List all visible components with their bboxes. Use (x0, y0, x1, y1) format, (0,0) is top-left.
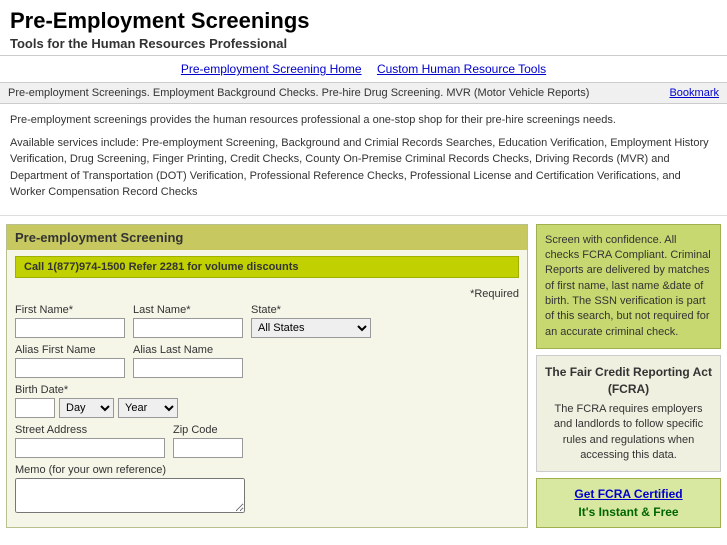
form-panel: Pre-employment Screening Call 1(877)974-… (6, 224, 528, 529)
form-promo: Call 1(877)974-1500 Refer 2281 for volum… (15, 256, 519, 278)
address-group: Street Address (15, 424, 165, 458)
birth-year-select[interactable]: Year (118, 398, 178, 418)
custom-tools-link[interactable]: Custom Human Resource Tools (377, 62, 546, 76)
state-label: State* (251, 304, 371, 316)
last-name-group: Last Name* (133, 304, 243, 338)
fcra-certified-link1[interactable]: Get FCRA Certified (574, 487, 682, 501)
state-select[interactable]: All States (251, 318, 371, 338)
birth-date-label: Birth Date* (15, 384, 178, 396)
alias-last-label: Alias Last Name (133, 344, 243, 356)
form-panel-header: Pre-employment Screening (7, 225, 527, 250)
address-label: Street Address (15, 424, 165, 436)
memo-textarea[interactable] (15, 478, 245, 513)
memo-label: Memo (for your own reference) (15, 464, 245, 476)
main-content: Pre-employment Screening Call 1(877)974-… (0, 216, 727, 537)
alias-first-label: Alias First Name (15, 344, 125, 356)
description-para2: Available services include: Pre-employme… (10, 135, 717, 201)
name-state-row: First Name* Last Name* State* All States (15, 304, 519, 338)
birth-date-row: Birth Date* Day Year (15, 384, 519, 418)
birth-date-group: Birth Date* Day Year (15, 384, 178, 418)
alias-last-input[interactable] (133, 358, 243, 378)
address-input[interactable] (15, 438, 165, 458)
address-row: Street Address Zip Code (15, 424, 519, 458)
alias-last-group: Alias Last Name (133, 344, 243, 378)
fcra-certified-text2: It's Instant & Free (578, 505, 678, 519)
alias-row: Alias First Name Alias Last Name (15, 344, 519, 378)
required-note: *Required (15, 288, 519, 300)
state-group: State* All States (251, 304, 371, 338)
fcra-act-title: The Fair Credit Reporting Act (FCRA) (545, 364, 712, 398)
birth-month-input[interactable] (15, 398, 55, 418)
right-panel: Screen with confidence. All checks FCRA … (536, 224, 721, 529)
alias-first-group: Alias First Name (15, 344, 125, 378)
zip-label: Zip Code (173, 424, 243, 436)
bookmark-link[interactable]: Bookmark (669, 87, 719, 99)
nav-links: Pre-employment Screening Home Custom Hum… (0, 56, 727, 82)
site-header: Pre-Employment Screenings Tools for the … (0, 0, 727, 56)
home-link[interactable]: Pre-employment Screening Home (181, 62, 362, 76)
fcra-certified-box: Get FCRA Certified It's Instant & Free (536, 478, 721, 528)
fcra-act-text: The FCRA requires employers and landlord… (545, 402, 712, 464)
zip-input[interactable] (173, 438, 243, 458)
last-name-input[interactable] (133, 318, 243, 338)
last-name-label: Last Name* (133, 304, 243, 316)
description-para1: Pre-employment screenings provides the h… (10, 112, 717, 129)
fcra-info-box: Screen with confidence. All checks FCRA … (536, 224, 721, 350)
memo-group: Memo (for your own reference) (15, 464, 245, 513)
first-name-input[interactable] (15, 318, 125, 338)
zip-group: Zip Code (173, 424, 243, 458)
first-name-group: First Name* (15, 304, 125, 338)
site-title: Pre-Employment Screenings (10, 8, 717, 34)
birth-day-select[interactable]: Day (59, 398, 114, 418)
alias-first-input[interactable] (15, 358, 125, 378)
description-section: Pre-employment screenings provides the h… (0, 104, 727, 216)
site-subtitle: Tools for the Human Resources Profession… (10, 36, 717, 51)
breadcrumb-bar: Pre-employment Screenings. Employment Ba… (0, 82, 727, 104)
breadcrumb-text: Pre-employment Screenings. Employment Ba… (8, 87, 589, 99)
first-name-label: First Name* (15, 304, 125, 316)
fcra-act-box: The Fair Credit Reporting Act (FCRA) The… (536, 355, 721, 472)
memo-row: Memo (for your own reference) (15, 464, 519, 513)
form-body: *Required First Name* Last Name* State* … (7, 284, 527, 527)
